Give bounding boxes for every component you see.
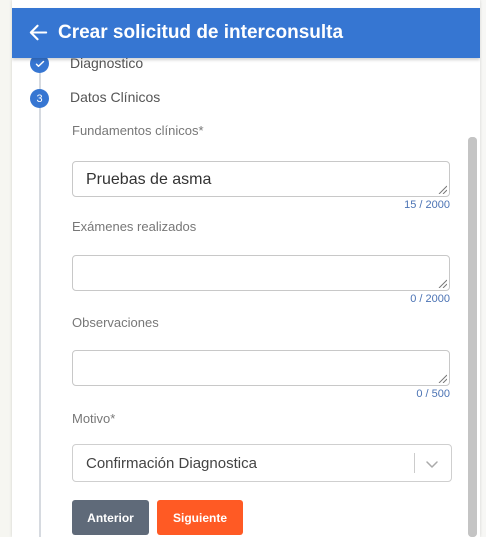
resize-handle-icon[interactable] [437, 373, 447, 383]
arrow-left-icon[interactable] [25, 19, 51, 45]
observaciones-textarea[interactable] [72, 350, 450, 386]
resize-handle-icon[interactable] [437, 278, 447, 288]
observaciones-counter: 0 / 500 [416, 388, 450, 400]
page-background-strip [0, 0, 12, 537]
siguiente-button[interactable]: Siguiente [157, 500, 243, 535]
fundamentos-label: Fundamentos clínicos* [72, 123, 204, 138]
select-divider [414, 453, 415, 473]
observaciones-label: Observaciones [72, 315, 159, 330]
step-label-datos-clinicos: Datos Clínicos [70, 89, 161, 105]
fundamentos-textarea[interactable]: Pruebas de asma [72, 161, 450, 197]
interconsult-form-panel: Crear solicitud de interconsulta Diagnos… [12, 0, 480, 537]
app-header: Crear solicitud de interconsulta [12, 8, 480, 58]
motivo-label: Motivo* [72, 411, 116, 426]
examenes-counter: 0 / 2000 [410, 293, 450, 305]
page-title: Crear solicitud de interconsulta [58, 22, 344, 43]
examenes-label: Exámenes realizados [72, 219, 197, 234]
stepper-line [39, 70, 41, 537]
resize-handle-icon[interactable] [437, 184, 447, 194]
motivo-selected-value: Confirmación Diagnostica [86, 455, 257, 472]
motivo-select[interactable]: Confirmación Diagnostica [72, 444, 452, 482]
examenes-textarea[interactable] [72, 255, 450, 291]
step-number-badge: 3 [30, 89, 49, 108]
fundamentos-value: Pruebas de asma [86, 171, 212, 188]
chevron-down-icon[interactable] [424, 456, 440, 472]
scrollbar-thumb[interactable] [468, 137, 477, 537]
anterior-button[interactable]: Anterior [72, 500, 149, 535]
fundamentos-counter: 15 / 2000 [404, 199, 450, 211]
